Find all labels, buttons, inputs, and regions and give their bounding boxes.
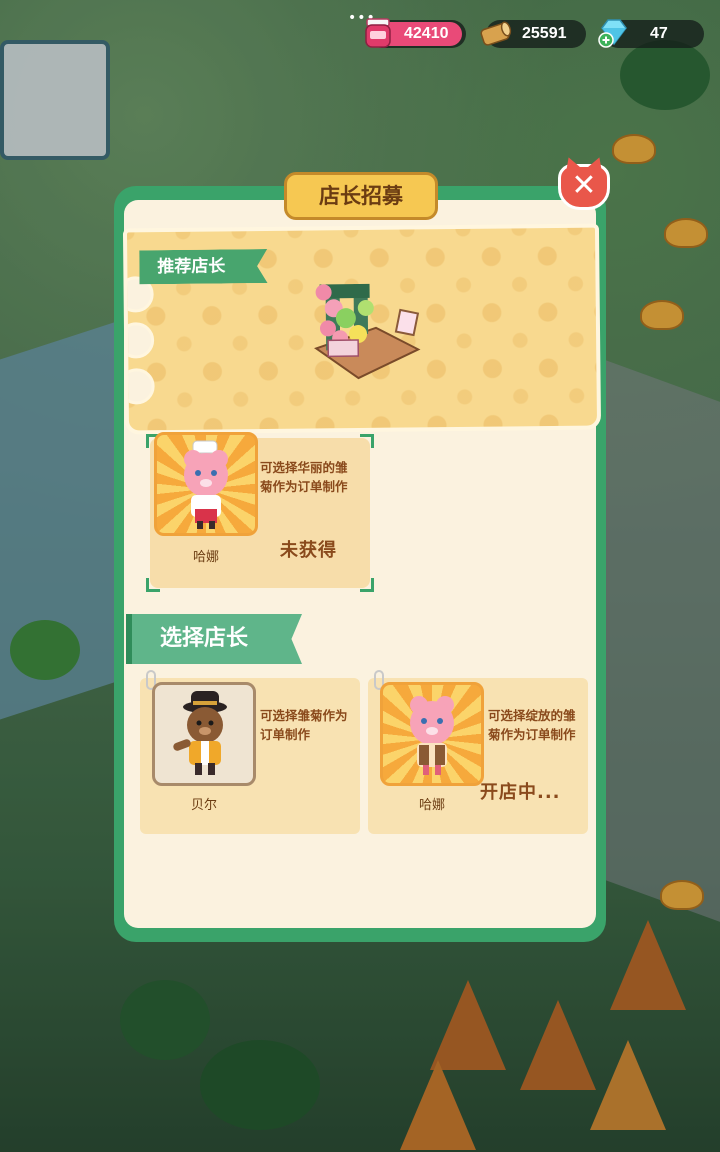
wood-log-icon (480, 21, 512, 46)
pink-bear-chef-icon (184, 440, 228, 529)
owner-portrait-bell (152, 682, 256, 786)
diamond-plus-icon (598, 19, 627, 48)
ticket-notch (122, 368, 155, 405)
description-line: 可选择绽放的雏 (488, 708, 576, 723)
ticket-notch (122, 322, 155, 359)
owner-card-bell[interactable]: 可选择雏菊作为 订单制作 贝尔 (140, 670, 360, 834)
owner-name: 哈娜 (418, 798, 445, 813)
owner-description: 可选择华丽的雏 菊作为订单制作 (260, 458, 348, 496)
close-icon: ✕ (571, 168, 597, 203)
selection-corner (146, 578, 160, 592)
owner-description: 可选择雏菊作为 订单制作 (260, 706, 348, 744)
selection-corner (360, 578, 374, 592)
owner-status-unobtained: 未获得 (280, 540, 337, 561)
jam-jar-icon (365, 18, 391, 48)
owner-name: 贝尔 (190, 798, 217, 813)
jam-counter[interactable]: 42410 (365, 18, 466, 48)
dialog-title: 店长招募 (284, 172, 438, 220)
select-manager-ribbon: 选择店长 (126, 614, 302, 664)
description-line: 菊作为订单制作 (260, 479, 348, 494)
owner-status-open: 开店中... (480, 782, 561, 803)
description-line: 可选择雏菊作为 (260, 708, 348, 723)
flower-booth-icon (314, 283, 421, 380)
recommended-manager-ribbon: 推荐店长 (139, 249, 267, 284)
description-line: 菊作为订单制作 (488, 727, 576, 742)
recommended-shop-banner: 推荐店长 (122, 223, 602, 435)
jam-value: 42410 (404, 25, 449, 42)
brown-bear-hat-icon (173, 691, 227, 775)
description-line: 可选择华丽的雏 (260, 460, 348, 475)
owner-description: 可选择绽放的雏 菊作为订单制作 (488, 706, 576, 744)
manager-recruit-dialog: 推荐店长 可选择华丽的雏 菊作为订单制作 哈娜 未获得 选择店长 可选择雏菊作为… (114, 164, 610, 942)
owner-card-hana[interactable]: 可选择绽放的雏 菊作为订单制作 哈娜 开店中... (368, 670, 588, 834)
selection-corner (360, 434, 374, 448)
owner-name: 哈娜 (192, 550, 219, 565)
wood-value: 25591 (522, 25, 567, 42)
close-button[interactable]: ✕ (558, 164, 610, 210)
dialog-panel: 推荐店长 可选择华丽的雏 菊作为订单制作 哈娜 未获得 选择店长 可选择雏菊作为… (122, 200, 602, 928)
recommended-owner-card[interactable]: 可选择华丽的雏 菊作为订单制作 哈娜 未获得 (146, 432, 374, 592)
owner-portrait-hana (154, 432, 258, 536)
pink-bear-apron-icon (410, 696, 454, 775)
wood-counter[interactable]: 25591 (480, 20, 586, 48)
description-line: 订单制作 (260, 727, 311, 742)
gem-value: 47 (650, 25, 668, 42)
owner-portrait-hana (380, 682, 484, 786)
gem-counter[interactable]: 47 (598, 19, 704, 48)
